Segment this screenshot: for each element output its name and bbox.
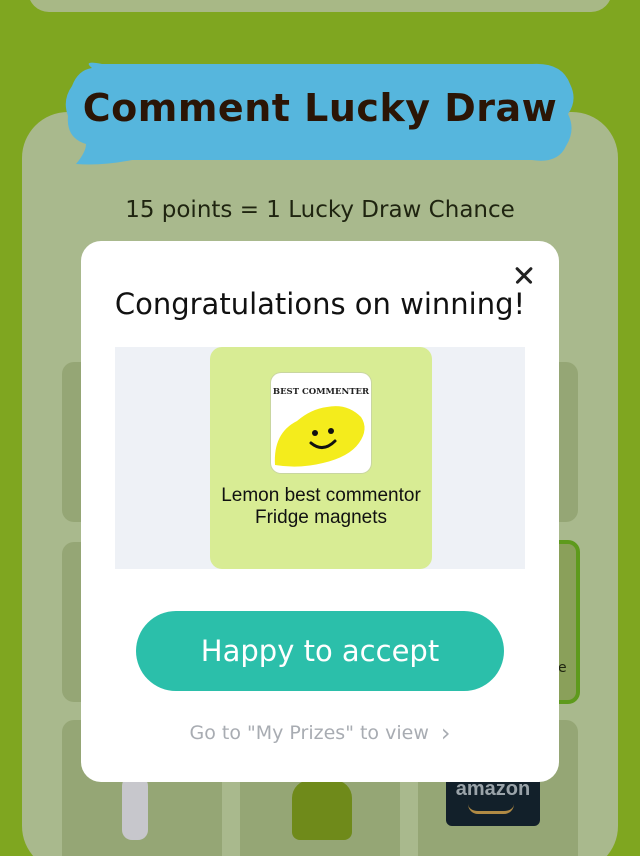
- my-prizes-link[interactable]: Go to "My Prizes" to view ›: [81, 719, 559, 747]
- dialog-title: Congratulations on winning!: [114, 287, 526, 321]
- amazon-smile-icon: [468, 804, 514, 814]
- bag-prize-image: [292, 780, 352, 840]
- win-dialog: Congratulations on winning! BEST COMMENT…: [81, 241, 559, 782]
- lemon-smiley-icon: [274, 406, 365, 467]
- top-card: [28, 0, 612, 12]
- points-info: 15 points = 1 Lucky Draw Chance: [125, 197, 515, 223]
- page-title: Comment Lucky Draw: [82, 86, 558, 130]
- fridge-magnet-image: BEST COMMENTER: [271, 373, 371, 473]
- chevron-right-icon: ›: [440, 719, 451, 747]
- prize-card: BEST COMMENTER Lemon best commentor Frid…: [210, 347, 432, 569]
- title-banner: Comment Lucky Draw: [62, 60, 578, 168]
- prize-area: BEST COMMENTER Lemon best commentor Frid…: [115, 347, 525, 569]
- accept-button[interactable]: Happy to accept: [136, 611, 504, 691]
- my-prizes-link-label: Go to "My Prizes" to view: [189, 722, 429, 744]
- tile-label-fragment: e: [558, 660, 567, 676]
- prize-name: Lemon best commentor Fridge magnets: [221, 485, 421, 528]
- bottle-prize-image: [122, 776, 148, 840]
